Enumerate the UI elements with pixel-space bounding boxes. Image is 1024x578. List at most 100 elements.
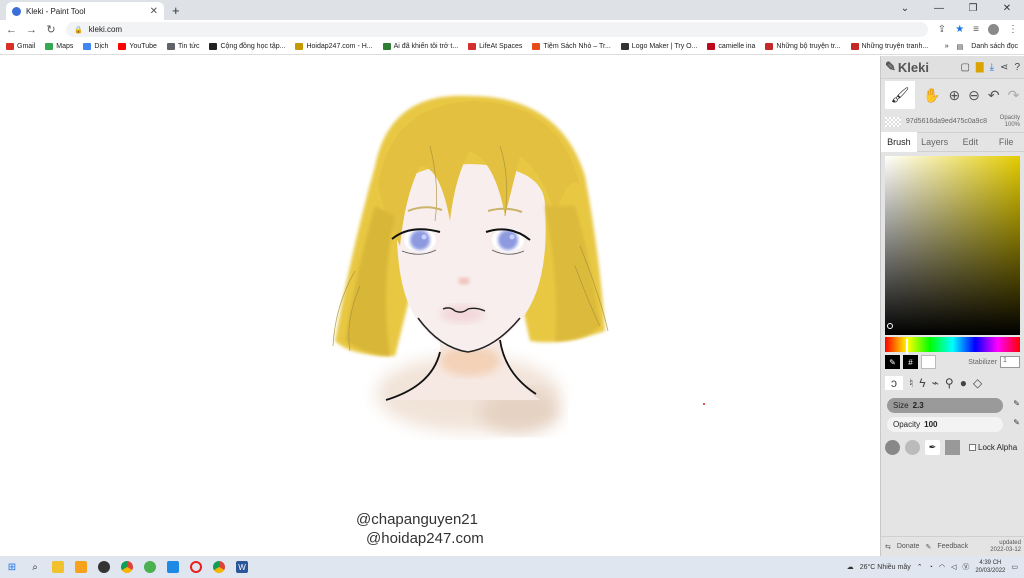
address-bar[interactable]: 🔒 kleki.com	[66, 22, 928, 37]
app-icon-1[interactable]	[75, 561, 87, 573]
new-tab-button[interactable]: +	[172, 3, 180, 18]
round-hard-shape[interactable]	[885, 440, 900, 455]
brush-tool-button[interactable]: 🖌	[885, 81, 915, 109]
opera-icon[interactable]	[190, 561, 202, 573]
chevron-right-icon[interactable]: »	[945, 43, 949, 50]
bookmark-item[interactable]: Cộng đồng học tập...	[209, 43, 285, 50]
swap-icon[interactable]: ⇆	[885, 543, 891, 551]
eyedropper-icon[interactable]: ✎	[885, 355, 900, 369]
close-window-button[interactable]: ✕	[990, 0, 1024, 20]
tab-layers[interactable]: Layers	[917, 132, 953, 152]
hex-button[interactable]: #	[903, 355, 918, 369]
bookmark-item[interactable]: Maps	[45, 43, 73, 50]
wifi-icon[interactable]: ◠	[939, 563, 945, 571]
forward-button[interactable]: →	[26, 24, 37, 36]
new-image-icon[interactable]: ▢	[960, 62, 969, 73]
bookmark-item[interactable]: Những truyện tranh...	[850, 43, 928, 50]
redo-icon[interactable]: ↷	[1008, 87, 1020, 104]
pen-shape[interactable]: ✒	[925, 440, 940, 455]
search-icon[interactable]: ⌕	[29, 561, 41, 573]
bookmark-item[interactable]: Logo Maker | Try O...	[620, 43, 697, 50]
bookmark-item[interactable]: Ai đã khiến tôi trở t...	[382, 43, 458, 50]
menu-kebab-icon[interactable]: ⋮	[1008, 24, 1018, 35]
color-picker-cursor[interactable]	[887, 323, 893, 329]
network-icon[interactable]: ◔	[929, 564, 933, 571]
blend-brush-icon[interactable]: ♮	[909, 376, 913, 390]
restore-button[interactable]: ❐	[956, 0, 990, 20]
chrome-active-icon[interactable]	[213, 561, 225, 573]
eraser-icon[interactable]: ◇	[973, 376, 982, 390]
tab-edit[interactable]: Edit	[953, 132, 989, 152]
chemy-brush-icon[interactable]: ⚲	[945, 376, 954, 390]
bookmark-item[interactable]: camielle ina	[707, 43, 755, 50]
bookmark-item[interactable]: YouTube	[118, 43, 157, 50]
lock-icon[interactable]: 🔒	[74, 26, 83, 34]
bookmark-star-icon[interactable]: ★	[955, 24, 964, 35]
bookmark-item[interactable]: Tiệm Sách Nhỏ – Tr...	[532, 43, 611, 50]
reading-list-label[interactable]: Danh sách đọc	[971, 43, 1018, 50]
feedback-icon[interactable]: ✎	[925, 543, 931, 551]
layer-thumbnail[interactable]	[885, 116, 901, 127]
download-icon[interactable]: ⤓	[990, 62, 994, 73]
size-pressure-icon[interactable]: ✎	[1013, 399, 1020, 408]
file-explorer-icon[interactable]	[52, 561, 64, 573]
app-icon-2[interactable]	[98, 561, 110, 573]
reading-mode-icon[interactable]: ≡	[973, 24, 979, 35]
browser-tab[interactable]: Kleki - Paint Tool ✕	[6, 2, 164, 20]
app-icon-3[interactable]	[144, 561, 156, 573]
volume-icon[interactable]: ◁	[951, 563, 956, 571]
drawing-canvas[interactable]: @chapanguyen21 @hoidap247.com	[0, 56, 880, 556]
undo-icon[interactable]: ↶	[988, 87, 1000, 104]
help-icon[interactable]: ?	[1014, 62, 1020, 73]
windows-start-icon[interactable]: ⊞	[6, 561, 18, 573]
notification-icon[interactable]: ▭	[1011, 563, 1018, 571]
weather-text[interactable]: 26°C Nhiều mây	[860, 564, 911, 571]
language-icon[interactable]: Ⓥ	[962, 562, 969, 572]
tray-chevron-icon[interactable]: ⌃	[917, 563, 923, 571]
square-shape[interactable]	[945, 440, 960, 455]
minimize-button[interactable]: —	[922, 0, 956, 20]
bookmark-item[interactable]: Những bộ truyện tr...	[765, 43, 841, 50]
bookmark-item[interactable]: Dịch	[83, 43, 108, 50]
clock[interactable]: 4:39 CH 20/03/2022	[975, 559, 1005, 575]
tab-brush[interactable]: Brush	[881, 132, 917, 152]
reload-button[interactable]: ↻	[46, 23, 56, 36]
feedback-link[interactable]: Feedback	[937, 543, 968, 550]
back-button[interactable]: ←	[6, 24, 17, 36]
zoom-in-icon[interactable]: ⊕	[948, 87, 960, 104]
donate-link[interactable]: Donate	[897, 543, 920, 550]
stabilizer-select[interactable]: 1	[1000, 356, 1020, 368]
chrome-icon[interactable]	[121, 561, 133, 573]
smudge-brush-icon[interactable]: ●	[960, 376, 967, 390]
word-icon[interactable]: W	[236, 561, 248, 573]
bookmark-item[interactable]: LifeAt Spaces	[468, 43, 522, 50]
lock-alpha-toggle[interactable]: Lock Alpha	[969, 443, 1017, 452]
zoom-out-icon[interactable]: ⊖	[968, 87, 980, 104]
bookmark-favicon-icon	[382, 43, 391, 50]
round-soft-shape[interactable]	[905, 440, 920, 455]
pen-brush-icon[interactable]: ↄ	[885, 376, 903, 390]
hand-icon[interactable]: ✋	[923, 87, 940, 104]
close-tab-icon[interactable]: ✕	[150, 6, 158, 17]
color-picker-area[interactable]	[885, 156, 1020, 335]
hue-marker[interactable]	[906, 339, 908, 354]
share-icon[interactable]: ⋖	[1000, 62, 1008, 73]
tab-search-chevron-icon[interactable]: ⌄	[888, 0, 922, 20]
secondary-color-swatch[interactable]	[921, 355, 936, 369]
lock-alpha-checkbox[interactable]	[969, 444, 976, 451]
opacity-pressure-icon[interactable]: ✎	[1013, 418, 1020, 427]
opacity-slider[interactable]: Opacity 100	[887, 417, 1003, 432]
pixel-brush-icon[interactable]: ⌁	[932, 376, 939, 390]
sketchy-brush-icon[interactable]: ϟ	[919, 376, 925, 390]
open-folder-icon[interactable]: ▇	[976, 62, 984, 73]
weather-icon[interactable]: ☁	[847, 563, 854, 571]
reading-list-icon[interactable]: ▤	[957, 43, 964, 51]
profile-avatar[interactable]	[988, 24, 999, 35]
bookmark-item[interactable]: Hoidap247.com - H...	[295, 43, 373, 50]
size-slider[interactable]: Size 2.3	[887, 398, 1003, 413]
share-icon[interactable]: ⇪	[938, 24, 946, 35]
bookmark-item[interactable]: Tin tức	[166, 43, 199, 50]
tab-file[interactable]: File	[988, 132, 1024, 152]
app-icon-4[interactable]	[167, 561, 179, 573]
bookmark-item[interactable]: Gmail	[6, 43, 35, 50]
